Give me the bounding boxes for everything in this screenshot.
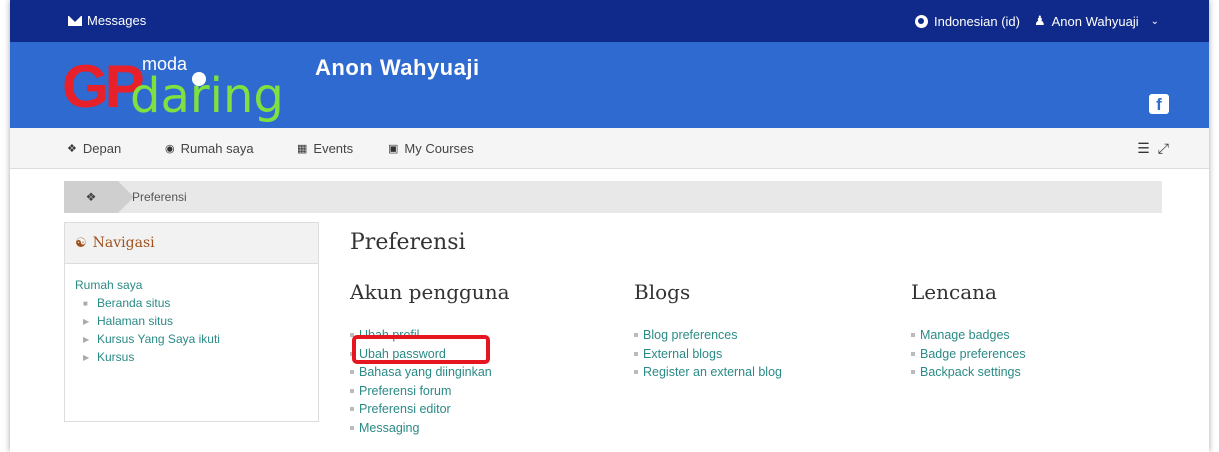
page-title: Preferensi [350,230,466,255]
user-menu[interactable]: Anon Wahyuaji [1052,14,1139,29]
preference-link[interactable]: Backpack settings [911,363,1151,382]
nav-label: My Courses [404,141,474,156]
top-bar-right: Indonesian (id) ♟ Anon Wahyuaji ⌄ [914,13,1159,29]
preference-link[interactable]: Blog preferences [634,326,874,345]
bullet-icon [634,370,638,375]
expand-arrow-icon: ▶ [83,334,90,344]
bullet-icon [350,425,354,430]
nav-item-events[interactable]: ▦ Events [297,141,353,156]
top-bar: Messages Indonesian (id) ♟ Anon Wahyuaji… [10,0,1209,42]
dock-toggle-icon[interactable]: ☰ [1137,140,1150,157]
link-label: Preferensi editor [359,402,451,416]
section-lencana: Lencana Manage badges Badge preferences … [911,280,1151,382]
link-label: Blog preferences [643,328,738,342]
nav-item-rumah-saya[interactable]: ◉ Rumah saya [165,141,254,156]
user-icon: ♟ [1033,13,1046,28]
link-list: Blog preferences External blogs Register… [634,326,874,382]
tree-item-label: Kursus Yang Saya ikuti [97,332,220,346]
section-heading: Lencana [911,280,997,304]
tree-item[interactable]: ■ Beranda situs [83,296,318,310]
nav-item-depan[interactable]: ❖ Depan [67,141,121,156]
language-menu[interactable]: Indonesian (id) [934,14,1020,29]
chevron-down-icon[interactable]: ⌄ [1151,16,1159,27]
link-label: Badge preferences [920,346,1026,361]
navigation-block-header: ☯ Navigasi [65,223,318,264]
breadcrumb-home[interactable]: ❖ [64,181,134,213]
nav-item-my-courses[interactable]: ▣ My Courses [388,141,474,156]
preference-link[interactable]: Messaging [350,419,590,438]
site-header: GP moda daring Anon Wahyuaji f [10,42,1209,128]
messages-label: Messages [87,13,147,28]
globe-icon [914,14,928,28]
fullscreen-icon[interactable]: ⤢ [1158,140,1169,157]
preference-link[interactable]: Manage badges [911,326,1151,345]
site-logo[interactable]: GP moda daring [62,50,292,124]
tree-item-label: Halaman situs [97,314,174,328]
logo-daring: daring [130,68,284,124]
nav-label: Rumah saya [180,141,254,156]
messages-link[interactable]: Messages [68,13,146,28]
briefcase-icon: ▣ [388,143,399,155]
section-heading: Akun pengguna [350,280,510,304]
link-label: Register an external blog [643,365,782,379]
link-label: Messaging [359,420,420,435]
bullet-icon [634,351,638,356]
tree-item-label: Kursus [97,350,135,364]
highlight-box [352,335,490,364]
breadcrumb-current: Preferensi [132,190,187,204]
nav-label: Depan [82,141,122,156]
bullet-icon [350,388,354,393]
bullet-icon [911,370,915,375]
bullet-icon [350,407,354,412]
preference-link[interactable]: Bahasa yang diinginkan [350,363,590,382]
bullet-icon: ■ [83,298,88,308]
link-label: Bahasa yang diinginkan [359,365,492,379]
preference-link[interactable]: Preferensi editor [350,400,590,419]
main-navbar: ❖ Depan ◉ Rumah saya ▦ Events ▣ My Cours… [10,128,1209,169]
link-label: Backpack settings [920,365,1021,379]
navigation-block: ☯ Navigasi Rumah saya ■ Beranda situs ▶ … [64,222,319,422]
preference-link[interactable]: Register an external blog [634,363,874,382]
tree-root-link[interactable]: Rumah saya [75,278,318,292]
preference-link[interactable]: Preferensi forum [350,382,590,401]
logo-gp: GP [62,53,145,120]
envelope-icon [68,15,82,26]
bullet-icon [911,333,915,338]
logo-dot [192,72,206,86]
home-icon: ❖ [67,143,77,155]
home-icon: ❖ [85,190,97,204]
breadcrumb: ❖ Preferensi [64,181,1162,213]
link-label: Manage badges [920,328,1010,342]
bullet-icon [634,333,638,338]
bullet-icon [911,351,915,356]
browser-page: Messages Indonesian (id) ♟ Anon Wahyuaji… [10,0,1209,452]
preference-link[interactable]: External blogs [634,345,874,364]
facebook-icon[interactable]: f [1149,94,1169,114]
link-list: Manage badges Badge preferences Backpack… [911,326,1151,382]
nav-label: Events [313,141,354,156]
link-label: External blogs [643,346,723,361]
sitemap-icon: ☯ [75,235,87,251]
navigation-tree: Rumah saya ■ Beranda situs ▶ Halaman sit… [65,264,318,364]
preference-link[interactable]: Badge preferences [911,345,1151,364]
tree-item[interactable]: ▶ Kursus [83,350,318,364]
site-name: Anon Wahyuaji [315,55,480,80]
section-heading: Blogs [634,280,691,304]
tree-item[interactable]: ▶ Kursus Yang Saya ikuti [83,332,318,346]
calendar-icon: ▦ [297,143,308,155]
tree-item-label: Beranda situs [97,296,171,310]
bullet-icon [350,370,354,375]
link-label: Preferensi forum [359,383,452,398]
dashboard-icon: ◉ [165,143,175,155]
nav-tools: ☰ ⤢ [1137,140,1169,157]
expand-arrow-icon: ▶ [83,352,90,362]
expand-arrow-icon: ▶ [83,316,90,326]
section-blogs: Blogs Blog preferences External blogs Re… [634,280,874,382]
tree-item[interactable]: ▶ Halaman situs [83,314,318,328]
navigation-block-title: Navigasi [92,235,155,251]
